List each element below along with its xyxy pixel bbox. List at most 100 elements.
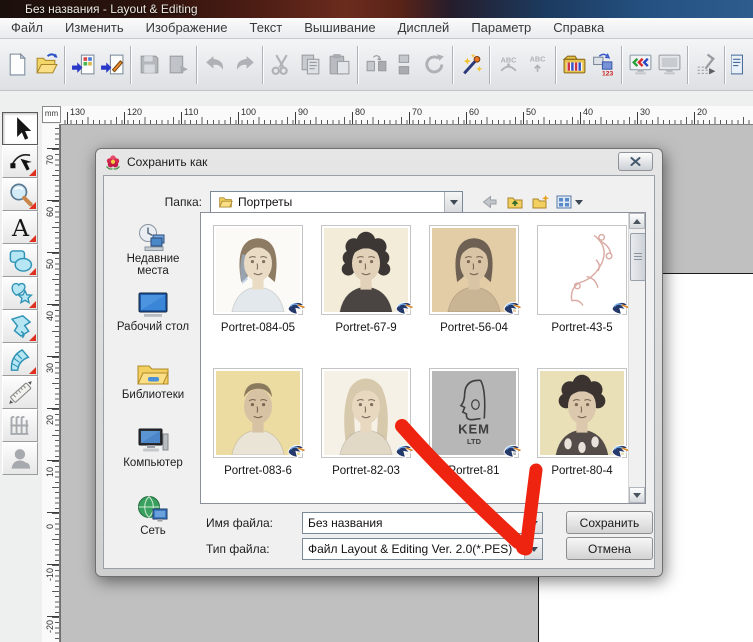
file-name-dropdown-button[interactable] <box>524 513 542 533</box>
menu-item-5[interactable]: Вышивание <box>293 18 386 38</box>
place-network[interactable]: Сеть <box>106 494 200 560</box>
ruler-label: 70 <box>45 155 55 165</box>
text-fit-arch-button[interactable]: ABC <box>495 51 522 78</box>
ruler-major-tick <box>181 112 182 124</box>
menu-item-1[interactable]: Файл <box>0 18 54 38</box>
undo-button[interactable] <box>202 51 229 78</box>
menu-item-4[interactable]: Текст <box>239 18 294 38</box>
paste-button[interactable] <box>326 51 353 78</box>
save-button[interactable]: Сохранить <box>566 511 653 534</box>
copy-button[interactable] <box>297 51 324 78</box>
file-type-combobox[interactable]: Файл Layout & Editing Ver. 2.0(*.PES) <box>302 538 543 560</box>
svg-text:123: 123 <box>602 70 614 77</box>
view-menu-button[interactable] <box>554 191 584 213</box>
file-list-scrollbar[interactable] <box>628 213 645 503</box>
dialog-close-button[interactable] <box>618 152 653 171</box>
cut-icon <box>269 52 294 77</box>
cut-button[interactable] <box>268 51 295 78</box>
place-computer[interactable]: Компьютер <box>106 426 200 492</box>
file-thumbnail[interactable]: Portret-56-04 <box>429 225 519 368</box>
thumbnail-image[interactable] <box>429 225 519 315</box>
ruler-major-tick <box>47 564 59 565</box>
cancel-button[interactable]: Отмена <box>566 537 653 560</box>
menu-item-7[interactable]: Параметр <box>460 18 542 38</box>
file-thumbnail[interactable]: KEM LTD Portret-81 <box>429 368 519 504</box>
magic-wand-button[interactable] <box>458 51 485 78</box>
place-recent-places[interactable]: Недавниеместа <box>106 222 200 288</box>
tool-manual-punch[interactable] <box>2 310 38 343</box>
thumbnail-image[interactable] <box>321 225 411 315</box>
new-document-button[interactable] <box>4 51 31 78</box>
outline-shapes-icon <box>7 280 34 307</box>
open-file-button[interactable] <box>33 51 60 78</box>
folder-combobox[interactable]: Портреты <box>210 191 463 213</box>
file-thumbnail[interactable]: Portret-43-5 <box>537 225 627 368</box>
tool-basic-shapes[interactable] <box>2 244 38 277</box>
tool-outline-shapes[interactable] <box>2 277 38 310</box>
scrollbar-thumb[interactable] <box>630 233 646 281</box>
redo-button[interactable] <box>231 51 258 78</box>
tool-select[interactable] <box>2 112 38 145</box>
file-type-dropdown-button[interactable] <box>524 539 542 559</box>
tool-point-edit[interactable] <box>2 145 38 178</box>
file-type-value: Файл Layout & Editing Ver. 2.0(*.PES) <box>303 542 524 556</box>
magic-wand-icon <box>459 52 484 77</box>
back-button[interactable] <box>478 191 500 213</box>
thumbnail-image[interactable] <box>321 368 411 458</box>
tool-portrait[interactable] <box>2 442 38 475</box>
file-thumbnail[interactable]: Portret-82-03 <box>321 368 411 504</box>
file-name: Portret-43-5 <box>526 322 638 334</box>
ruler-label: 10 <box>45 467 55 477</box>
tool-zoom[interactable] <box>2 178 38 211</box>
file-thumbnail[interactable]: Portret-084-05 <box>213 225 303 368</box>
ruler-major-tick <box>466 112 467 124</box>
stitch-preview-button[interactable] <box>627 51 654 78</box>
flip-horizontal-button[interactable] <box>363 51 390 78</box>
file-thumbnail[interactable]: Portret-80-4 <box>537 368 627 504</box>
stitch-simulator-button[interactable] <box>693 51 720 78</box>
realistic-preview-button[interactable] <box>656 51 683 78</box>
design-property-button[interactable] <box>730 51 753 78</box>
tool-fan-shape[interactable] <box>2 343 38 376</box>
ruler-label: 100 <box>241 107 256 117</box>
save-button[interactable] <box>136 51 163 78</box>
scroll-up-button[interactable] <box>629 213 645 229</box>
up-one-level-button[interactable] <box>504 191 526 213</box>
scroll-down-button[interactable] <box>629 487 645 503</box>
tool-measure[interactable] <box>2 376 38 409</box>
thumbnail-grid: Portret-084-05 Portret-67-9 Portret-56-0… <box>201 213 629 503</box>
write-to-card-button[interactable] <box>165 51 192 78</box>
menu-item-2[interactable]: Изменить <box>54 18 135 38</box>
ruler-label: 20 <box>697 107 707 117</box>
file-thumbnail[interactable]: Portret-083-6 <box>213 368 303 504</box>
ruler-major-tick <box>694 112 695 124</box>
tool-stitch-attributes[interactable] <box>2 409 38 442</box>
tool-text[interactable]: A <box>2 211 38 244</box>
file-thumbnail[interactable]: Portret-67-9 <box>321 225 411 368</box>
place-libraries[interactable]: Библиотеки <box>106 358 200 424</box>
text-fit-transform-button[interactable]: ABC <box>524 51 551 78</box>
file-list[interactable]: Portret-084-05 Portret-67-9 Portret-56-0… <box>200 212 646 504</box>
pes-file-badge-icon <box>394 298 414 318</box>
menu-item-6[interactable]: Дисплей <box>387 18 461 38</box>
dialog-title-bar[interactable]: Сохранить как <box>96 149 662 175</box>
desktop-icon <box>136 290 170 320</box>
thumbnail-image[interactable] <box>537 368 627 458</box>
import-image-button[interactable] <box>99 51 126 78</box>
import-design-button[interactable] <box>70 51 97 78</box>
rotate-button[interactable] <box>421 51 448 78</box>
thread-palette-button[interactable] <box>561 51 588 78</box>
thumbnail-image[interactable] <box>213 368 303 458</box>
folder-dropdown-button[interactable] <box>444 192 462 212</box>
thumbnail-image[interactable]: KEM LTD <box>429 368 519 458</box>
file-name-combobox[interactable]: Без названия <box>302 512 543 534</box>
place-desktop[interactable]: Рабочий стол <box>106 290 200 356</box>
ruler-major-tick <box>47 304 59 305</box>
menu-item-8[interactable]: Справка <box>542 18 615 38</box>
menu-item-3[interactable]: Изображение <box>135 18 239 38</box>
sew-order-button[interactable]: 123 <box>590 51 617 78</box>
thumbnail-image[interactable] <box>537 225 627 315</box>
thumbnail-image[interactable] <box>213 225 303 315</box>
new-folder-button[interactable] <box>530 191 552 213</box>
flip-vertical-button[interactable] <box>392 51 419 78</box>
